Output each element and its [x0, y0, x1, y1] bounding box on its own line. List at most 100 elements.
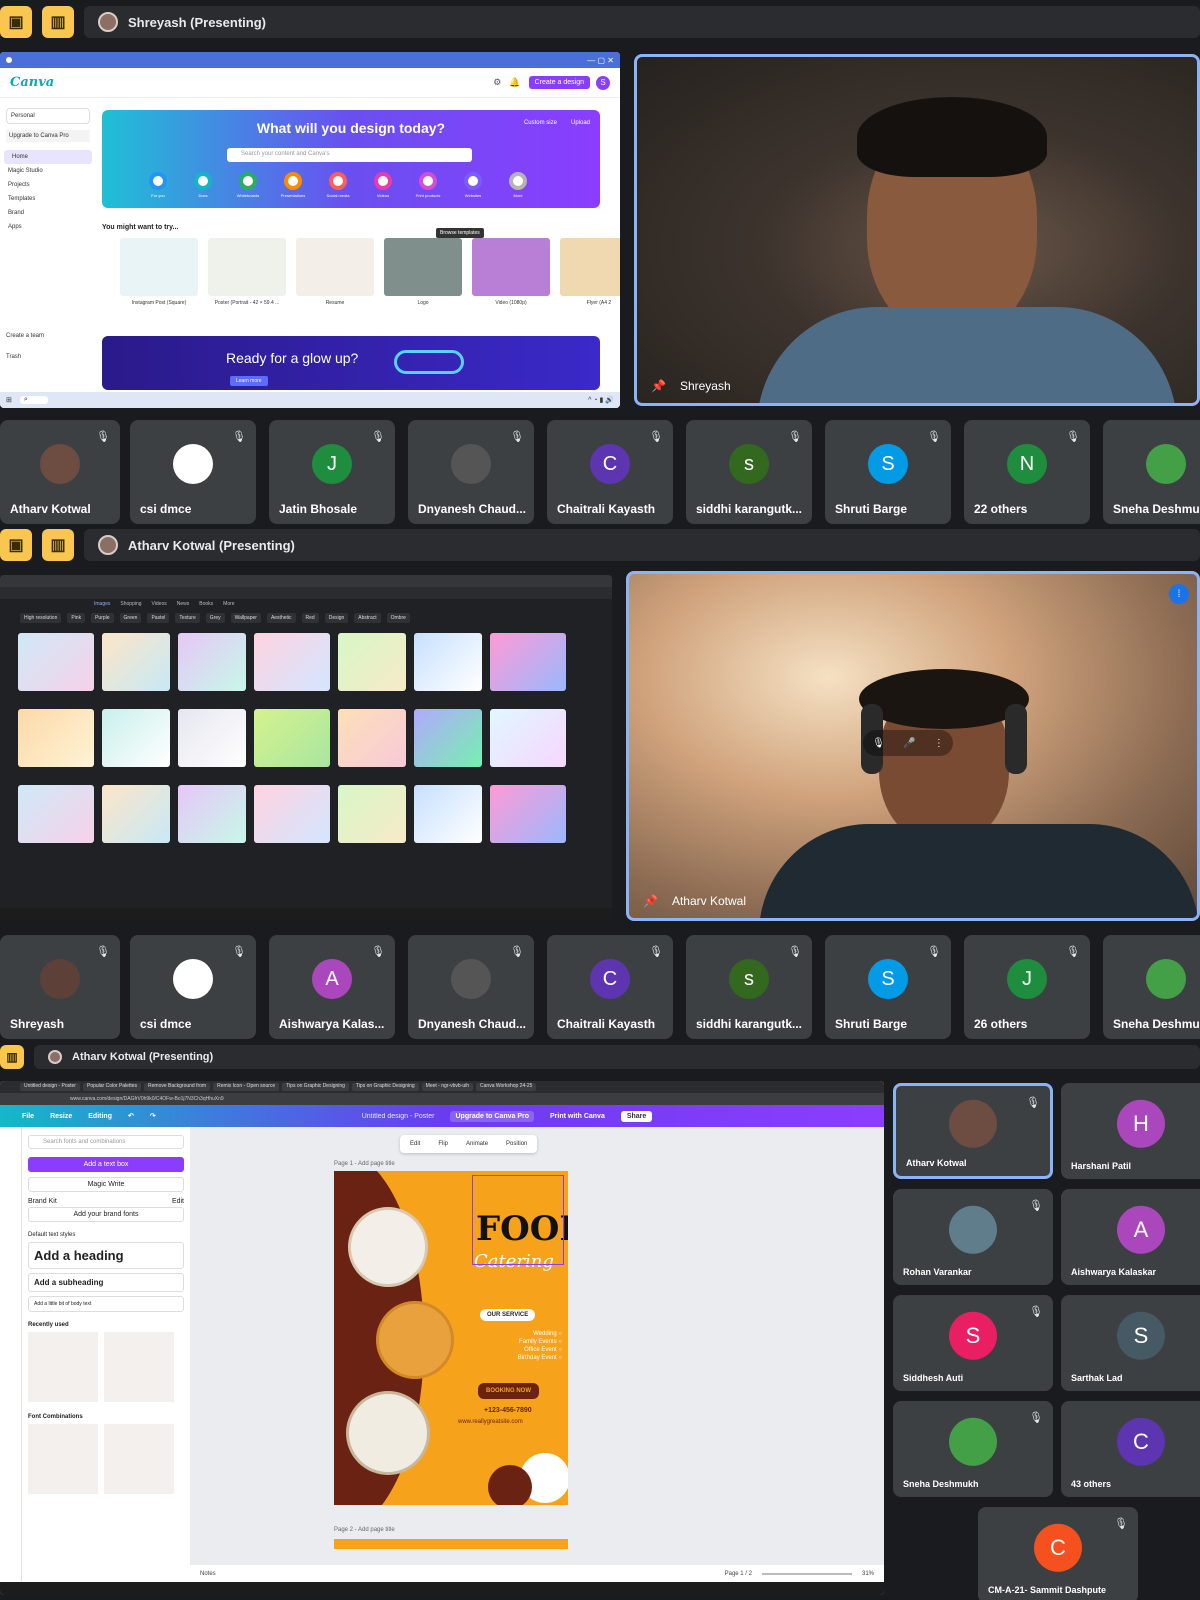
image-result[interactable] — [414, 709, 482, 767]
category-item[interactable]: Whiteboards — [236, 172, 260, 198]
toolbar-button[interactable]: Animate — [466, 1141, 488, 1147]
print-button[interactable]: Print with Canva — [550, 1113, 605, 1120]
participant-tile[interactable]: S 🎙 Siddhesh Auti — [893, 1295, 1053, 1391]
image-result[interactable] — [490, 785, 566, 843]
template-card[interactable]: Flyer (A4 2 — [560, 238, 620, 306]
pinned-video-atharv[interactable]: ⁞ 🎙 🎤 ⋮ 📌 Atharv Kotwal — [626, 571, 1200, 921]
participant-tile[interactable]: A 🎙 Aishwarya Kalas... — [269, 935, 395, 1039]
custom-size-link[interactable]: Custom size — [524, 120, 557, 126]
resize-button[interactable]: Resize — [50, 1113, 72, 1120]
presenter-pill[interactable]: Shreyash (Presenting) — [84, 6, 1200, 38]
browser-tab[interactable]: Canva Workshop 24-25 — [476, 1083, 537, 1091]
image-result[interactable] — [18, 785, 94, 843]
template-card[interactable]: Poster (Portrait - 42 × 59.4 ... — [208, 238, 286, 306]
image-result[interactable] — [254, 785, 330, 843]
add-body-text-button[interactable]: Add a little bit of body text — [28, 1296, 184, 1312]
filter-chip[interactable]: Purple — [91, 613, 114, 623]
participant-tile[interactable]: s 🎙 siddhi karangutk... — [686, 420, 812, 524]
more-icon[interactable]: ⋮ — [934, 738, 944, 749]
filter-chip[interactable]: High resolution — [20, 613, 62, 623]
browser-tab[interactable]: Meet - ngr-vbvb-uih — [421, 1083, 474, 1091]
browser-tab[interactable]: Tips on Graphic Designing — [282, 1083, 349, 1091]
undo-icon[interactable]: ↶ — [128, 1112, 134, 1120]
search-tab[interactable]: Videos — [152, 601, 167, 607]
doc-title[interactable]: Untitled design - Poster — [362, 1113, 435, 1120]
windows-icon[interactable]: ⊞ — [6, 396, 12, 404]
page-counter[interactable]: Page 1 / 2 — [725, 1571, 752, 1577]
font-search-input[interactable]: Search fonts and combinations — [28, 1135, 184, 1149]
image-result[interactable] — [414, 785, 482, 843]
image-result[interactable] — [102, 633, 170, 691]
image-result[interactable] — [338, 785, 406, 843]
category-item[interactable]: Social media — [326, 172, 350, 198]
category-item[interactable]: Presentations — [281, 172, 305, 198]
zoom-slider[interactable] — [761, 1572, 852, 1575]
search-tab[interactable]: Images — [94, 601, 110, 607]
learn-more-button[interactable]: Learn more — [230, 376, 268, 386]
participant-tile[interactable]: N 🎙 22 others — [964, 420, 1090, 524]
pin-icon[interactable]: 📌 — [651, 379, 666, 393]
service-label[interactable]: OUR SERVICE — [480, 1309, 536, 1321]
participant-tile[interactable]: 🎙Sneha Deshmukh — [1103, 420, 1200, 524]
category-item[interactable]: More — [506, 172, 530, 198]
add-heading-button[interactable]: Add a heading — [28, 1242, 184, 1269]
filter-chip[interactable]: Texture — [175, 613, 200, 623]
account-avatar[interactable]: S — [596, 75, 610, 90]
template-card[interactable]: Video (1080p) — [472, 238, 550, 306]
upgrade-link[interactable]: Upgrade to Canva Pro — [6, 130, 90, 142]
category-item[interactable]: Videos — [371, 172, 395, 198]
image-result[interactable] — [490, 633, 566, 691]
filter-chip[interactable]: Ombre — [386, 613, 410, 623]
font-combo-thumbnail[interactable] — [104, 1332, 174, 1402]
layout-icon[interactable]: ▥ — [42, 6, 74, 38]
font-combo-thumbnail[interactable] — [28, 1332, 98, 1402]
layout-icon[interactable]: ▥ — [42, 529, 74, 561]
service-item[interactable]: Office Event ○ — [472, 1347, 562, 1353]
page2-title[interactable]: Page 2 - Add page title — [334, 1527, 395, 1533]
participant-tile[interactable]: C 🎙 Chaitrali Kayasth — [547, 420, 673, 524]
filter-chip[interactable]: Wallpaper — [230, 613, 261, 623]
editing-menu[interactable]: Editing — [88, 1113, 112, 1120]
redo-icon[interactable]: ↷ — [150, 1112, 156, 1120]
participant-tile[interactable]: s 🎙 siddhi karangutk... — [686, 935, 812, 1039]
screen-share-off-icon[interactable]: ▣ — [0, 529, 32, 561]
category-item[interactable]: Websites — [461, 172, 485, 198]
participant-tile[interactable]: C🎙43 others — [1061, 1401, 1200, 1497]
template-card[interactable]: Instagram Post (Square) — [120, 238, 198, 306]
brand-fonts-button[interactable]: Add your brand fonts — [28, 1207, 184, 1222]
screen-share-off-icon[interactable]: ▣ — [0, 6, 32, 38]
create-design-button[interactable]: Create a design — [528, 76, 590, 89]
filter-chip[interactable]: Pink — [67, 613, 86, 623]
service-item[interactable]: Wedding ○ — [472, 1331, 562, 1337]
image-result[interactable] — [178, 633, 246, 691]
image-result[interactable] — [254, 709, 330, 767]
filter-chip[interactable]: Red — [301, 613, 319, 623]
participant-tile[interactable]: 🎙 Atharv Kotwal — [893, 1083, 1053, 1179]
file-menu[interactable]: File — [22, 1113, 34, 1120]
font-combo-thumbnail[interactable] — [28, 1424, 98, 1494]
taskbar-search[interactable]: ⌕ — [19, 396, 48, 404]
browser-tab[interactable]: Tips on Graphic Designing — [351, 1083, 419, 1091]
category-item[interactable]: Print products — [416, 172, 440, 198]
toolbar-button[interactable]: Edit — [410, 1141, 420, 1147]
participant-tile[interactable]: 🎙 Dnyanesh Chaud... — [408, 935, 534, 1039]
search-tab[interactable]: News — [177, 601, 190, 607]
poster-website[interactable]: www.reallygreatsite.com — [458, 1419, 523, 1425]
participant-tile[interactable]: S 🎙 Shruti Barge — [825, 935, 951, 1039]
category-item[interactable]: Docs — [191, 172, 215, 198]
font-combo-thumbnail[interactable] — [104, 1424, 174, 1494]
image-result[interactable] — [18, 709, 94, 767]
image-result[interactable] — [254, 633, 330, 691]
poster-phone[interactable]: +123-456-7890 — [484, 1407, 532, 1414]
image-result[interactable] — [178, 709, 246, 767]
sidebar-item[interactable]: Templates — [0, 192, 96, 206]
page1-title[interactable]: Page 1 - Add page title — [334, 1161, 395, 1167]
add-subheading-button[interactable]: Add a subheading — [28, 1273, 184, 1292]
image-result[interactable] — [338, 633, 406, 691]
image-result[interactable] — [18, 633, 94, 691]
filter-chip[interactable]: Grey — [205, 613, 225, 623]
filter-chip[interactable]: Design — [324, 613, 349, 623]
share-button[interactable]: Share — [620, 1110, 653, 1122]
browser-tab[interactable]: Remix Icon - Open source — [213, 1083, 280, 1091]
filter-chip[interactable]: Aesthetic — [266, 613, 296, 623]
